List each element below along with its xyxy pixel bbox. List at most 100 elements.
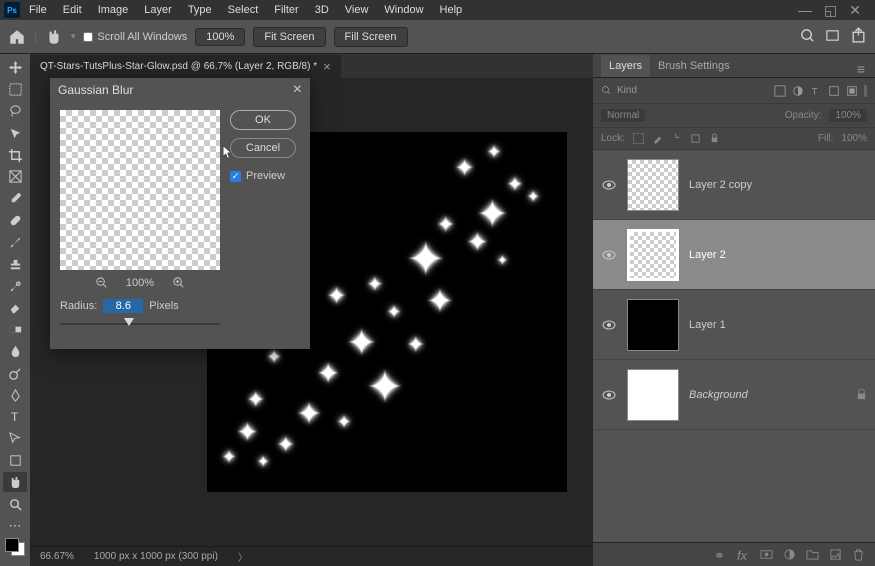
tab-layers[interactable]: Layers — [601, 55, 650, 77]
color-swatch[interactable] — [5, 538, 25, 556]
share-icon[interactable] — [850, 27, 867, 47]
link-layers-icon[interactable]: ⚭ — [714, 548, 727, 561]
minimize-icon[interactable]: — — [798, 2, 812, 19]
layer-row[interactable]: Layer 2 copy — [593, 150, 875, 220]
filter-shape-icon[interactable] — [828, 85, 840, 97]
lock-all-icon[interactable] — [709, 133, 720, 144]
layer-name[interactable]: Layer 2 copy — [689, 179, 752, 191]
pen-tool[interactable] — [3, 385, 27, 405]
fill-field[interactable]: 100% — [841, 133, 867, 144]
preview-area[interactable] — [60, 110, 220, 270]
maximize-icon[interactable]: ◱ — [824, 2, 837, 19]
home-icon[interactable] — [8, 28, 26, 46]
menu-edit[interactable]: Edit — [56, 2, 89, 18]
layer-row[interactable]: Layer 2 — [593, 220, 875, 290]
dialog-close-icon[interactable]: × — [293, 81, 302, 99]
lock-trans-icon[interactable] — [633, 133, 644, 144]
layer-row[interactable]: Layer 1 — [593, 290, 875, 360]
scroll-all-checkbox[interactable]: Scroll All Windows — [83, 31, 187, 43]
menu-3d[interactable]: 3D — [308, 2, 336, 18]
lock-artboard-icon[interactable] — [690, 133, 701, 144]
fill-screen-button[interactable]: Fill Screen — [334, 27, 408, 47]
dialog-titlebar[interactable]: Gaussian Blur × — [50, 78, 310, 102]
layer-name[interactable]: Background — [689, 389, 748, 401]
panel-menu-icon[interactable]: ≡ — [857, 61, 867, 77]
adjustment-icon[interactable] — [783, 548, 796, 561]
layer-thumb[interactable] — [627, 159, 679, 211]
visibility-icon[interactable] — [601, 387, 617, 403]
fit-screen-button[interactable]: Fit Screen — [253, 27, 325, 47]
tab-close-icon[interactable]: × — [323, 59, 331, 74]
brush-tool[interactable] — [3, 233, 27, 253]
menu-select[interactable]: Select — [221, 2, 266, 18]
document-tab[interactable]: QT-Stars-TutsPlus-Star-Glow.psd @ 66.7% … — [30, 55, 341, 78]
preview-checkbox[interactable]: ✓ Preview — [230, 170, 296, 182]
edit-toolbar[interactable]: ⋯ — [3, 516, 27, 536]
status-zoom[interactable]: 66.67% — [40, 551, 74, 562]
fx-icon[interactable]: fx — [737, 548, 750, 561]
trash-icon[interactable] — [852, 548, 865, 561]
group-icon[interactable] — [806, 548, 819, 561]
eyedropper-tool[interactable] — [3, 189, 27, 209]
layer-row[interactable]: Background — [593, 360, 875, 430]
dodge-tool[interactable] — [3, 363, 27, 383]
visibility-icon[interactable] — [601, 317, 617, 333]
lasso-tool[interactable] — [3, 102, 27, 122]
frame-tool[interactable] — [3, 167, 27, 187]
zoom-out-icon[interactable] — [95, 276, 108, 289]
layer-thumb[interactable] — [627, 369, 679, 421]
filter-adjust-icon[interactable] — [792, 85, 804, 97]
hand-tool[interactable] — [3, 472, 27, 492]
blend-mode-select[interactable]: Normal — [601, 109, 645, 122]
lock-pixel-icon[interactable] — [652, 133, 663, 144]
close-icon[interactable]: ✕ — [849, 2, 861, 19]
menu-window[interactable]: Window — [377, 2, 430, 18]
opacity-field[interactable]: 100% — [829, 109, 867, 122]
hand-tool-icon[interactable] — [45, 28, 63, 46]
menu-layer[interactable]: Layer — [137, 2, 179, 18]
ok-button[interactable]: OK — [230, 110, 296, 130]
menu-help[interactable]: Help — [433, 2, 470, 18]
shape-tool[interactable] — [3, 451, 27, 471]
radius-input[interactable] — [103, 299, 143, 313]
filter-pixel-icon[interactable] — [774, 85, 786, 97]
filter-smart-icon[interactable] — [846, 85, 858, 97]
search-icon[interactable] — [800, 28, 815, 46]
eraser-tool[interactable] — [3, 298, 27, 318]
zoom-field[interactable]: 100% — [195, 28, 245, 46]
history-brush-tool[interactable] — [3, 276, 27, 296]
layer-thumb[interactable] — [627, 229, 679, 281]
quick-select-tool[interactable] — [3, 123, 27, 143]
filter-kind-label[interactable]: Kind — [617, 85, 637, 96]
layer-name[interactable]: Layer 1 — [689, 319, 726, 331]
filter-toggle[interactable] — [864, 85, 867, 97]
layer-thumb[interactable] — [627, 299, 679, 351]
visibility-icon[interactable] — [601, 247, 617, 263]
menu-type[interactable]: Type — [181, 2, 219, 18]
marquee-tool[interactable] — [3, 80, 27, 100]
gradient-tool[interactable] — [3, 320, 27, 340]
zoom-in-icon[interactable] — [172, 276, 185, 289]
zoom-tool[interactable] — [3, 494, 27, 514]
status-doc-info[interactable]: 1000 px x 1000 px (300 ppi) — [94, 551, 218, 562]
tab-brush-settings[interactable]: Brush Settings — [650, 55, 738, 77]
layer-name[interactable]: Layer 2 — [689, 249, 726, 261]
status-chevron-icon[interactable]: 〉 — [238, 549, 248, 564]
menu-image[interactable]: Image — [91, 2, 136, 18]
visibility-icon[interactable] — [601, 177, 617, 193]
menu-filter[interactable]: Filter — [267, 2, 305, 18]
screen-mode-icon[interactable] — [825, 28, 840, 46]
new-layer-icon[interactable] — [829, 548, 842, 561]
menu-view[interactable]: View — [338, 2, 376, 18]
menu-file[interactable]: File — [22, 2, 54, 18]
dropdown-icon[interactable]: ▾ — [71, 31, 76, 42]
lock-pos-icon[interactable] — [671, 133, 682, 144]
filter-type-icon[interactable]: T — [810, 85, 822, 97]
type-tool[interactable]: T — [3, 407, 27, 427]
crop-tool[interactable] — [3, 145, 27, 165]
blur-tool[interactable] — [3, 342, 27, 362]
healing-tool[interactable] — [3, 211, 27, 231]
path-tool[interactable] — [3, 429, 27, 449]
mask-icon[interactable] — [760, 548, 773, 561]
cancel-button[interactable]: Cancel — [230, 138, 296, 158]
